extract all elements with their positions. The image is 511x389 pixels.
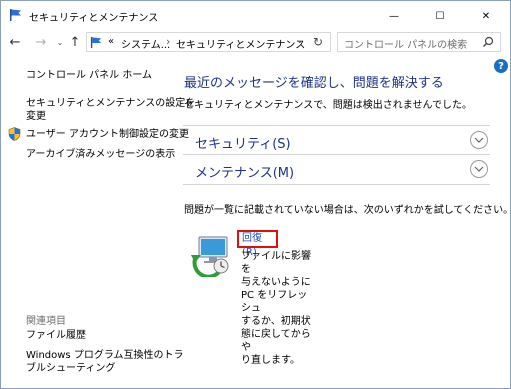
- recovery-description-line: するか、初期状: [241, 316, 311, 327]
- recovery-link[interactable]: 回復(R): [237, 230, 278, 258]
- close-button[interactable]: ✕: [463, 1, 509, 31]
- problem-hint-text: 問題が一覧に記載されていない場合は、次のいずれかを試してください。: [184, 205, 511, 216]
- recovery-description-line: 与えないように: [241, 277, 311, 288]
- navigation-bar: ← → ⌄ ↑ « システム... › セキュリティとメンテナンス ⌄ ↻ コン…: [1, 31, 510, 53]
- related-section-header: 関連項目: [26, 316, 66, 327]
- recovery-description-line: り直します。: [241, 355, 300, 366]
- recent-locations-button[interactable]: ⌄: [52, 33, 68, 51]
- forward-button[interactable]: →: [33, 33, 49, 51]
- sidebar-item-file-history[interactable]: ファイル履歴: [26, 329, 86, 342]
- recovery-description-line: ファイルに影響を: [241, 251, 311, 275]
- search-placeholder: コントロール パネルの検索: [344, 40, 468, 51]
- section-label: メンテナンス(M): [195, 166, 295, 181]
- sidebar-item-label: Windows プログラム互換性のトラ: [26, 350, 184, 361]
- flag-icon: [90, 36, 102, 49]
- page-title: 最近のメッセージを確認し、問題を解決する: [184, 76, 444, 91]
- address-dropdown-icon[interactable]: ⌄: [296, 36, 304, 46]
- window-title: セキュリティとメンテナンス: [29, 13, 159, 24]
- search-icon[interactable]: [482, 36, 494, 48]
- sidebar-item-uac-settings[interactable]: ユーザー アカウント制御設定の変更: [26, 128, 189, 141]
- security-maintenance-window: セキュリティとメンテナンス — ☐ ✕ ← → ⌄ ↑ « システム... › …: [0, 0, 511, 389]
- divider: [183, 184, 490, 185]
- sidebar: コントロール パネル ホーム セキュリティとメンテナンスの設定を 変更 ユーザー…: [1, 53, 195, 388]
- breadcrumb-security-maintenance[interactable]: セキュリティとメンテナンス: [176, 36, 305, 51]
- chevron-down-icon[interactable]: [470, 160, 488, 178]
- recovery-icon: [191, 236, 229, 277]
- maintenance-section-header[interactable]: メンテナンス(M): [183, 154, 490, 183]
- minimize-button[interactable]: —: [371, 1, 417, 31]
- up-button[interactable]: ↑: [67, 33, 83, 51]
- security-section-header[interactable]: セキュリティ(S): [183, 125, 490, 154]
- search-input[interactable]: コントロール パネルの検索: [337, 32, 501, 52]
- uac-shield-icon: [8, 127, 21, 141]
- chevron-down-icon[interactable]: [470, 131, 488, 149]
- section-label: セキュリティ(S): [195, 137, 291, 152]
- sidebar-item-change-settings[interactable]: セキュリティとメンテナンスの設定を 変更: [26, 97, 195, 123]
- status-message: セキュリティとメンテナンスで、問題は検出されませんでした。: [184, 100, 472, 111]
- sidebar-item-control-panel-home[interactable]: コントロール パネル ホーム: [26, 69, 152, 82]
- breadcrumb-separator[interactable]: ›: [166, 35, 170, 48]
- recovery-description-line: 態に戻してからや: [241, 329, 311, 353]
- recovery-description: ファイルに影響を 与えないように PC をリフレッシュ するか、初期状 態に戻し…: [241, 250, 311, 367]
- breadcrumb-overflow[interactable]: «: [108, 36, 114, 47]
- sidebar-item-label: 変更: [26, 111, 46, 122]
- sidebar-item-compatibility-troubleshooter[interactable]: Windows プログラム互換性のトラ ブルシューティング: [26, 349, 184, 375]
- flag-icon: [10, 9, 21, 21]
- back-button[interactable]: ←: [7, 33, 23, 51]
- breadcrumb-system[interactable]: システム...: [121, 36, 170, 51]
- address-bar[interactable]: « システム... › セキュリティとメンテナンス ⌄ ↻: [86, 32, 331, 52]
- sidebar-item-label: ブルシューティング: [26, 363, 116, 374]
- recovery-description-line: PC をリフレッシュ: [241, 290, 308, 314]
- main-content: 最近のメッセージを確認し、問題を解決する セキュリティとメンテナンスで、問題は検…: [171, 53, 511, 388]
- sidebar-item-archived-messages[interactable]: アーカイブ済みメッセージの表示: [26, 148, 175, 161]
- refresh-icon[interactable]: ↻: [313, 35, 323, 49]
- maximize-button[interactable]: ☐: [417, 1, 463, 31]
- sidebar-item-label: セキュリティとメンテナンスの設定を: [26, 98, 196, 109]
- title-bar: セキュリティとメンテナンス — ☐ ✕: [1, 1, 510, 31]
